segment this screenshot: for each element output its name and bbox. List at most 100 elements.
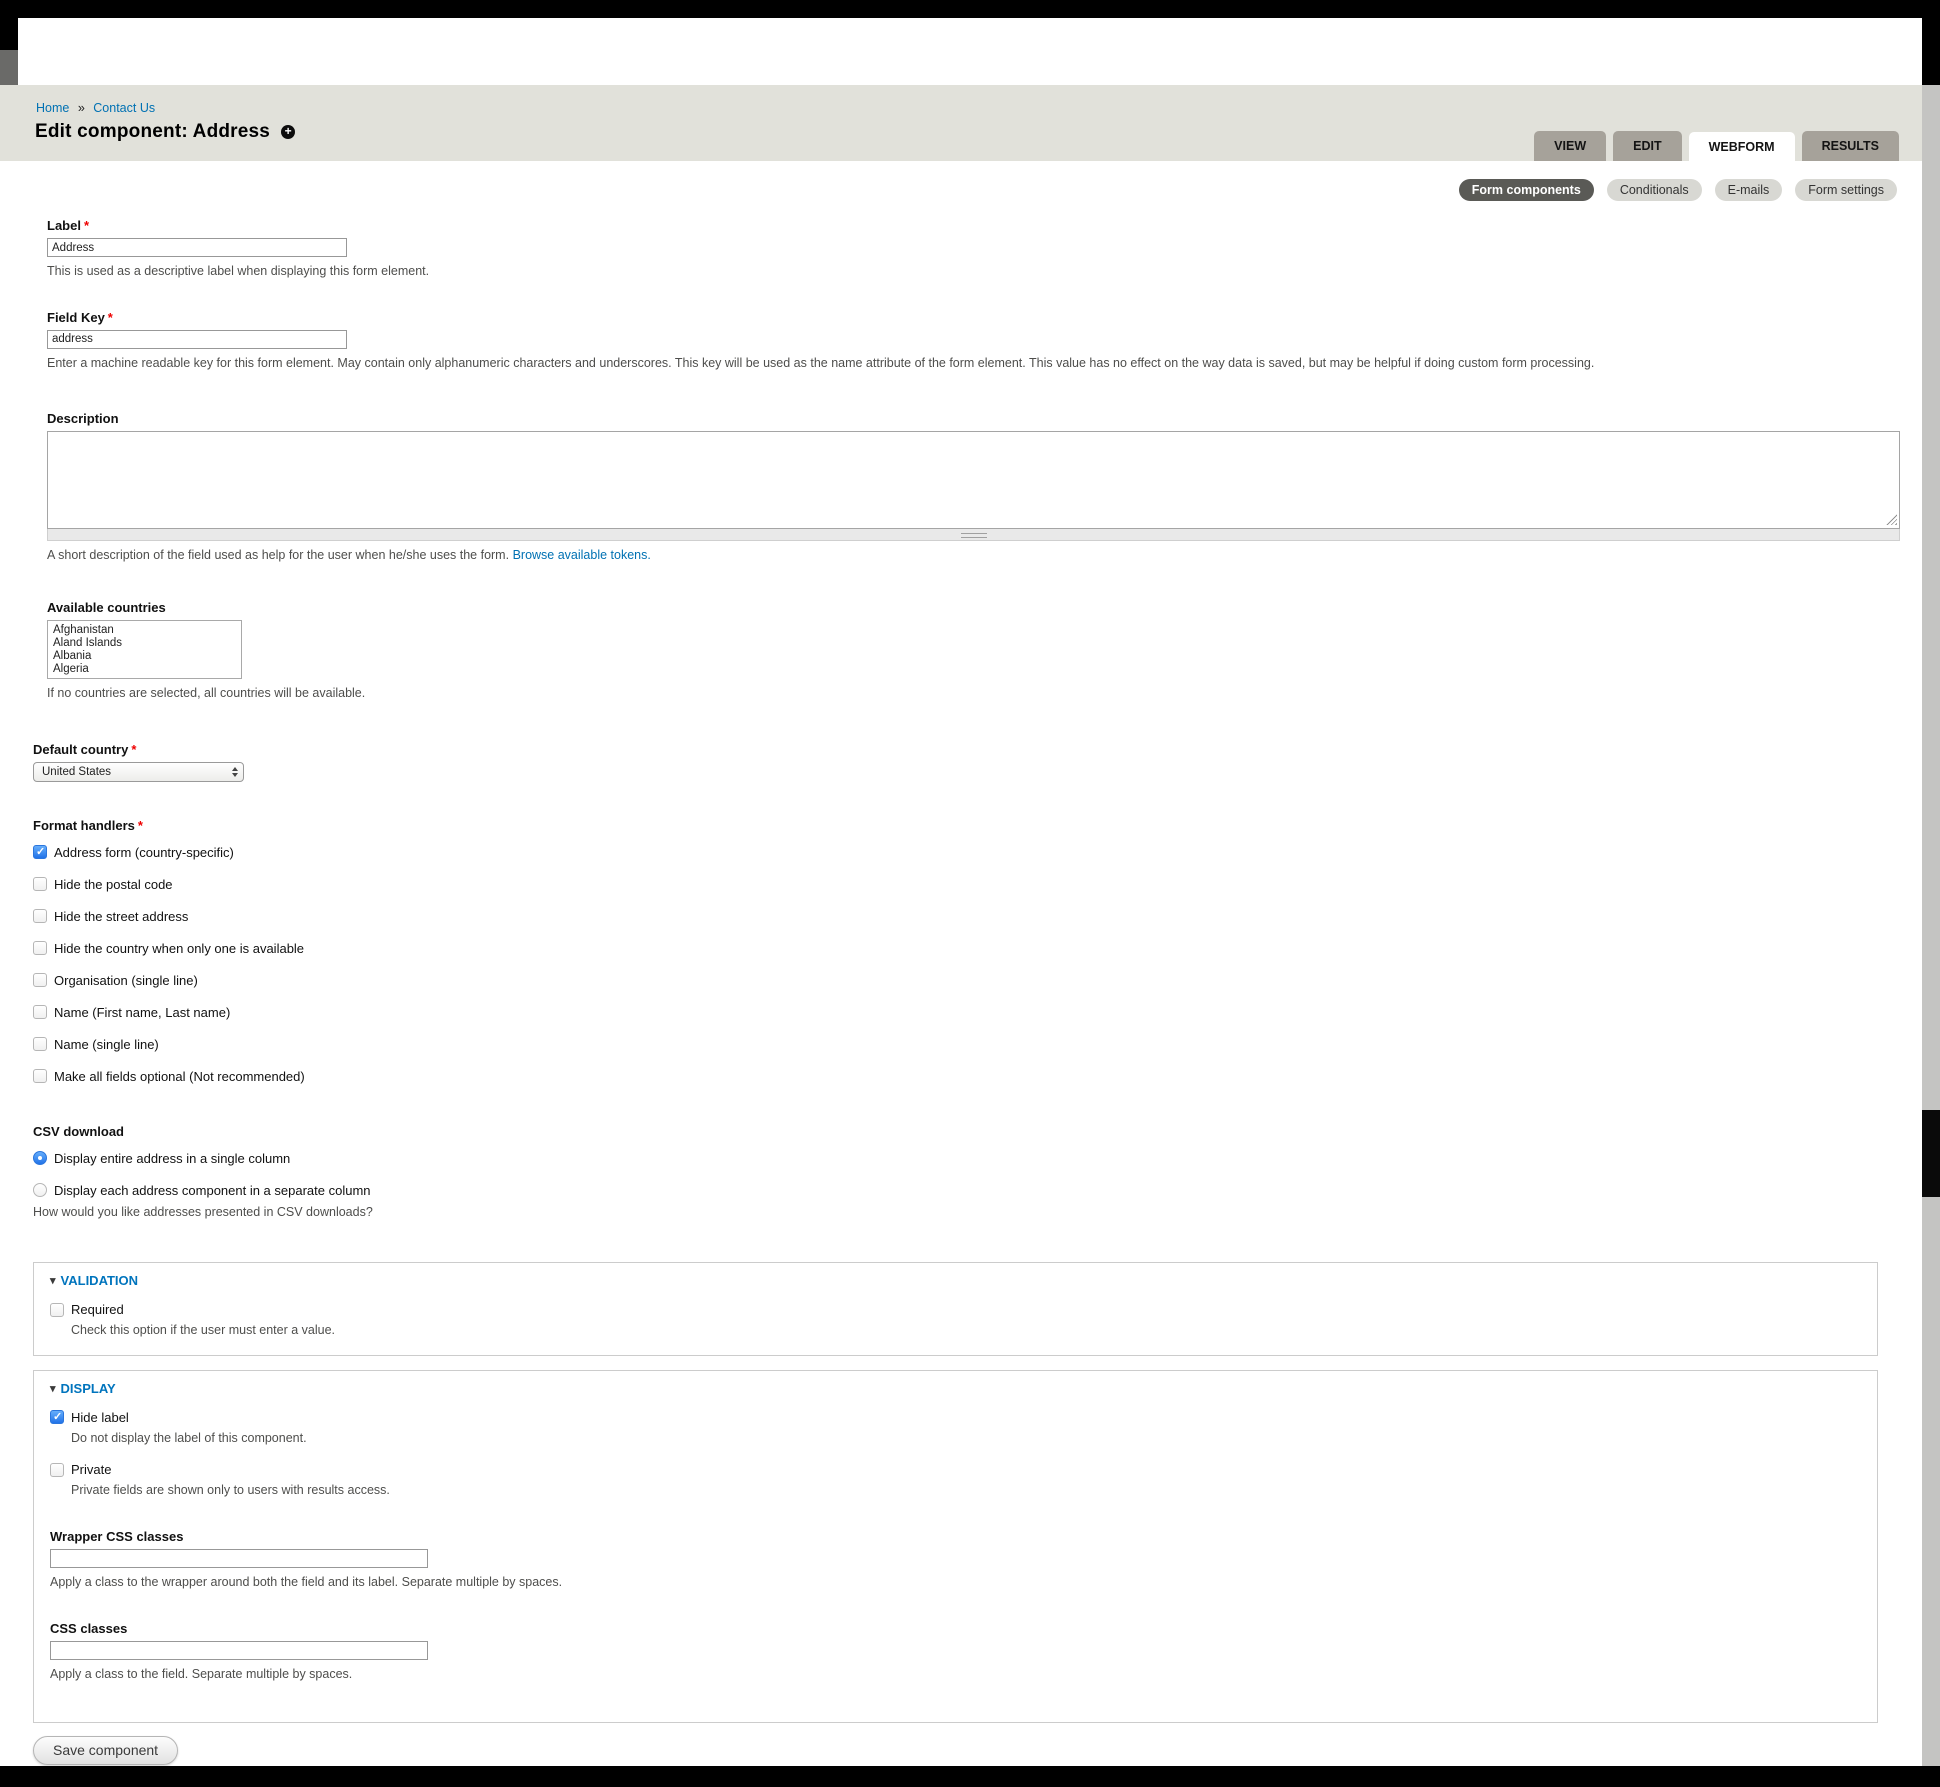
collapse-arrow-icon: ▾ — [50, 1274, 56, 1287]
select-stepper-icon — [227, 764, 242, 780]
hide-label-help: Do not display the label of this compone… — [71, 1431, 1861, 1447]
textarea-grippie-handle[interactable] — [47, 529, 1900, 541]
csv-option-row: Display entire address in a single colum… — [33, 1151, 1900, 1166]
format-handler-row: Hide the country when only one is availa… — [33, 941, 1900, 956]
csv-option-row: Display each address component in a sepa… — [33, 1183, 1900, 1198]
available-countries-label: Available countries — [47, 600, 1900, 615]
default-country-select[interactable]: United States — [33, 762, 244, 782]
validation-fieldset: ▾ VALIDATION Required Check this option … — [33, 1262, 1878, 1356]
available-countries-help: If no countries are selected, all countr… — [47, 686, 1900, 702]
format-handler-checkbox[interactable] — [33, 1069, 47, 1083]
required-checkbox[interactable] — [50, 1303, 64, 1317]
format-handler-label: Hide the postal code — [54, 877, 173, 892]
csv-download-group: CSV download Display entire address in a… — [33, 1124, 1900, 1221]
hide-label-checkbox[interactable] — [50, 1410, 64, 1424]
private-label: Private — [71, 1462, 111, 1477]
available-countries-group: Available countries Afghanistan Aland Is… — [47, 600, 1900, 702]
default-country-value: United States — [42, 766, 111, 778]
description-textarea[interactable] — [47, 431, 1900, 529]
format-handlers-label: Format handlers* — [33, 818, 1900, 833]
page-title: Edit component: Address — [35, 121, 270, 143]
description-group: Description A short description of the f… — [47, 411, 1900, 564]
description-label: Description — [47, 411, 1900, 426]
format-handler-label: Make all fields optional (Not recommende… — [54, 1069, 305, 1084]
css-classes-input[interactable] — [50, 1641, 428, 1660]
available-countries-listbox[interactable]: Afghanistan Aland Islands Albania Algeri… — [47, 620, 242, 679]
hide-label-label: Hide label — [71, 1410, 129, 1425]
csv-option-label: Display each address component in a sepa… — [54, 1183, 371, 1198]
country-option[interactable]: Aland Islands — [48, 637, 241, 650]
label-field-group: Label* This is used as a descriptive lab… — [47, 218, 1900, 280]
css-classes-help: Apply a class to the field. Separate mul… — [50, 1667, 1861, 1683]
format-handler-label: Name (First name, Last name) — [54, 1005, 230, 1020]
private-row: Private — [50, 1462, 1861, 1477]
format-handler-checkbox[interactable] — [33, 877, 47, 891]
format-handler-label: Organisation (single line) — [54, 973, 198, 988]
primary-tabs: VIEW EDIT WEBFORM RESULTS — [1534, 131, 1899, 161]
format-handler-checkbox[interactable] — [33, 973, 47, 987]
required-label: Required — [71, 1302, 124, 1317]
tab-view[interactable]: VIEW — [1534, 131, 1606, 161]
format-handler-row: Hide the street address — [33, 909, 1900, 924]
left-edge-decoration — [0, 50, 18, 85]
webform-component-edit-page: Home » Contact Us Edit component: Addres… — [0, 0, 1940, 1787]
csv-separate-columns-radio[interactable] — [33, 1183, 47, 1197]
format-handler-label: Address form (country-specific) — [54, 845, 234, 860]
display-fieldset: ▾ DISPLAY Hide label Do not display the … — [33, 1370, 1878, 1724]
label-field-help: This is used as a descriptive label when… — [47, 264, 1900, 280]
format-handler-checkbox[interactable] — [33, 941, 47, 955]
field-key-label: Field Key* — [47, 310, 1900, 325]
field-key-help: Enter a machine readable key for this fo… — [47, 356, 1900, 372]
top-letterbox-bar — [0, 0, 1940, 18]
format-handler-checkbox[interactable] — [33, 1037, 47, 1051]
right-edge-decoration — [1922, 18, 1940, 85]
csv-single-column-radio[interactable] — [33, 1151, 47, 1165]
country-option[interactable]: Algeria — [48, 663, 241, 676]
format-handler-checkbox[interactable] — [33, 845, 47, 859]
format-handler-checkbox[interactable] — [33, 1005, 47, 1019]
tab-results[interactable]: RESULTS — [1802, 131, 1899, 161]
country-option[interactable]: Albania — [48, 650, 241, 663]
csv-download-help: How would you like addresses presented i… — [33, 1205, 1900, 1221]
breadcrumb-home-link[interactable]: Home — [36, 101, 69, 115]
wrapper-css-label: Wrapper CSS classes — [50, 1529, 1861, 1544]
add-shortcut-icon[interactable]: + — [281, 125, 295, 139]
format-handler-checkbox[interactable] — [33, 909, 47, 923]
format-handler-row: Name (single line) — [33, 1037, 1900, 1052]
component-edit-form: Label* This is used as a descriptive lab… — [33, 161, 1900, 1765]
save-component-button[interactable]: Save component — [33, 1736, 178, 1765]
required-marker: * — [131, 742, 136, 757]
scrollbar-thumb[interactable] — [1922, 1110, 1940, 1197]
left-edge-decoration — [0, 18, 18, 50]
default-country-label: Default country* — [33, 742, 1900, 757]
display-legend[interactable]: ▾ DISPLAY — [50, 1381, 1861, 1396]
format-handler-row: Make all fields optional (Not recommende… — [33, 1069, 1900, 1084]
collapse-arrow-icon: ▾ — [50, 1382, 56, 1395]
required-marker: * — [84, 218, 89, 233]
csv-option-label: Display entire address in a single colum… — [54, 1151, 290, 1166]
css-classes-label: CSS classes — [50, 1621, 1861, 1636]
format-handler-row: Hide the postal code — [33, 877, 1900, 892]
tab-edit[interactable]: EDIT — [1613, 131, 1681, 161]
required-row: Required — [50, 1302, 1861, 1317]
browse-tokens-link[interactable]: Browse available tokens. — [513, 548, 651, 562]
required-marker: * — [138, 818, 143, 833]
private-checkbox[interactable] — [50, 1463, 64, 1477]
bottom-letterbox-bar — [0, 1766, 1940, 1787]
csv-download-label: CSV download — [33, 1124, 1900, 1139]
format-handler-row: Address form (country-specific) — [33, 845, 1900, 860]
label-field-label: Label* — [47, 218, 1900, 233]
label-input[interactable] — [47, 238, 347, 257]
wrapper-css-input[interactable] — [50, 1549, 428, 1568]
page-header: Home » Contact Us Edit component: Addres… — [0, 85, 1922, 161]
right-scrollbar-track — [1922, 18, 1940, 1766]
field-key-input[interactable] — [47, 330, 347, 349]
country-option[interactable]: Afghanistan — [48, 624, 241, 637]
format-handler-label: Name (single line) — [54, 1037, 159, 1052]
hide-label-row: Hide label — [50, 1410, 1861, 1425]
required-marker: * — [108, 310, 113, 325]
format-handlers-group: Format handlers* Address form (country-s… — [33, 818, 1900, 1084]
breadcrumb-contact-us-link[interactable]: Contact Us — [93, 101, 155, 115]
private-help: Private fields are shown only to users w… — [71, 1483, 1861, 1499]
validation-legend[interactable]: ▾ VALIDATION — [50, 1273, 1861, 1288]
